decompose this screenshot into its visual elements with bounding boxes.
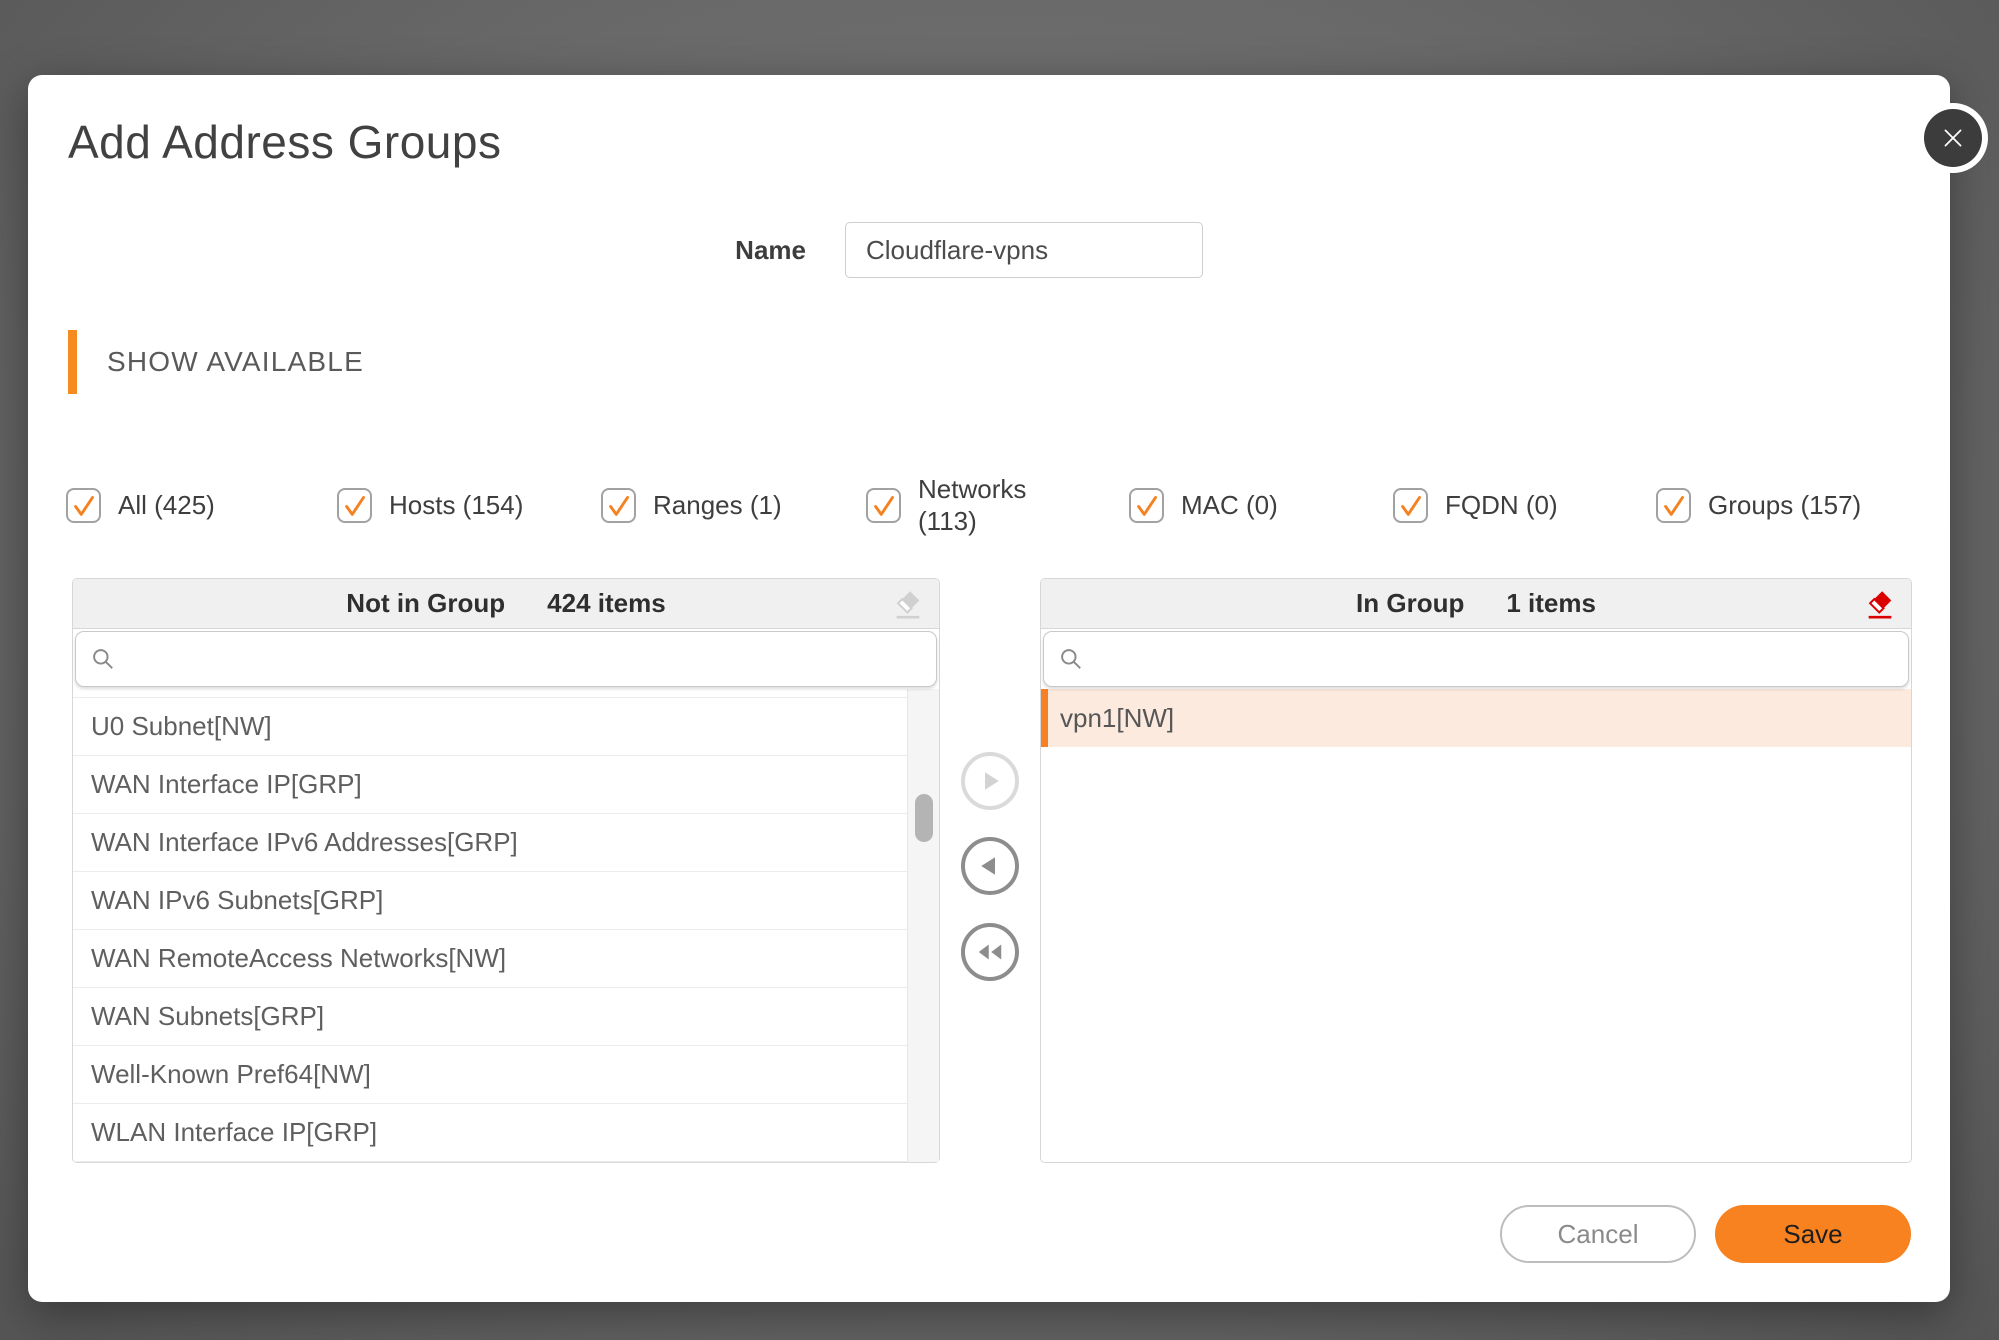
scrollbar-thumb[interactable] xyxy=(915,794,933,842)
close-icon xyxy=(1940,125,1966,151)
checkmark-icon xyxy=(341,490,368,520)
arrow-left-icon xyxy=(975,851,1005,881)
filter-label: Hosts (154) xyxy=(389,489,523,522)
filter-label: Networks (113) xyxy=(918,473,1046,538)
not-in-group-header: Not in Group 424 items xyxy=(73,579,939,629)
filter-label: FQDN (0) xyxy=(1445,489,1558,522)
scrollbar-track[interactable] xyxy=(907,689,939,1162)
checkbox[interactable] xyxy=(601,488,636,523)
not-in-group-search-input[interactable] xyxy=(128,632,922,686)
arrow-right-icon xyxy=(975,766,1005,796)
checkmark-icon xyxy=(1660,490,1687,520)
checkbox[interactable] xyxy=(1393,488,1428,523)
in-group-search-input[interactable] xyxy=(1096,632,1894,686)
eraser-icon xyxy=(891,597,925,627)
close-button[interactable] xyxy=(1924,109,1982,167)
filter-checkbox-row: All (425) Hosts (154) Ranges (1) Netwo xyxy=(66,465,1936,545)
filter-checkbox-item[interactable]: MAC (0) xyxy=(1129,488,1393,523)
filter-label: MAC (0) xyxy=(1181,489,1278,522)
filter-checkbox-item[interactable]: Groups (157) xyxy=(1656,488,1861,523)
filter-checkbox-item[interactable]: Networks (113) xyxy=(866,473,1129,538)
list-item[interactable]: WAN RemoteAccess Networks[NW] xyxy=(73,930,907,988)
list-item[interactable]: WAN IPv6 Subnets[GRP] xyxy=(73,872,907,930)
filter-checkbox-item[interactable]: All (425) xyxy=(66,488,337,523)
checkmark-icon xyxy=(870,490,897,520)
eraser-icon-red xyxy=(1863,597,1897,627)
section-header-label: SHOW AVAILABLE xyxy=(107,346,364,378)
move-right-button[interactable] xyxy=(961,752,1019,810)
not-in-group-title: Not in Group xyxy=(346,588,505,619)
move-all-left-button[interactable] xyxy=(961,923,1019,981)
double-arrow-left-icon xyxy=(975,937,1005,967)
clear-group-button[interactable] xyxy=(1863,587,1897,621)
in-group-title: In Group xyxy=(1356,588,1464,619)
in-group-header: In Group 1 items xyxy=(1041,579,1911,629)
cancel-button[interactable]: Cancel xyxy=(1500,1205,1696,1263)
list-item[interactable]: WAN Interface IPv6 Addresses[GRP] xyxy=(73,814,907,872)
name-input[interactable] xyxy=(845,222,1203,278)
checkbox[interactable] xyxy=(337,488,372,523)
clear-filter-button[interactable] xyxy=(891,587,925,621)
not-in-group-panel: Not in Group 424 items xyxy=(72,578,940,1163)
filter-checkbox-item[interactable]: Hosts (154) xyxy=(337,488,601,523)
dialog-title: Add Address Groups xyxy=(68,115,501,169)
checkmark-icon xyxy=(1133,490,1160,520)
in-group-count: 1 items xyxy=(1506,588,1596,619)
filter-label: All (425) xyxy=(118,489,215,522)
not-in-group-search[interactable] xyxy=(75,631,937,687)
checkbox[interactable] xyxy=(66,488,101,523)
in-group-search[interactable] xyxy=(1043,631,1909,687)
move-left-button[interactable] xyxy=(961,837,1019,895)
checkmark-icon xyxy=(1397,490,1424,520)
search-icon xyxy=(90,646,116,672)
save-button[interactable]: Save xyxy=(1715,1205,1911,1263)
filter-checkbox-item[interactable]: Ranges (1) xyxy=(601,488,866,523)
list-item[interactable]: U0 Subnet[NW] xyxy=(73,698,907,756)
name-label: Name xyxy=(606,222,806,278)
add-address-groups-dialog: Add Address Groups Name SHOW AVAILABLE A… xyxy=(28,75,1950,1302)
partial-row-divider xyxy=(73,689,939,698)
list-item[interactable]: Well-Known Pref64[NW] xyxy=(73,1046,907,1104)
search-icon xyxy=(1058,646,1084,672)
list-item[interactable]: WAN Interface IP[GRP] xyxy=(73,756,907,814)
checkmark-icon xyxy=(70,490,97,520)
list-item[interactable]: WAN Subnets[GRP] xyxy=(73,988,907,1046)
filter-label: Ranges (1) xyxy=(653,489,782,522)
section-accent-bar xyxy=(68,330,77,394)
in-group-panel: In Group 1 items vpn1[NW] xyxy=(1040,578,1912,1163)
transfer-controls xyxy=(961,752,1019,981)
selected-group-member[interactable]: vpn1[NW] xyxy=(1041,689,1911,747)
filter-checkbox-item[interactable]: FQDN (0) xyxy=(1393,488,1656,523)
in-group-list: vpn1[NW] xyxy=(1041,689,1911,1162)
not-in-group-count: 424 items xyxy=(547,588,666,619)
list-item[interactable]: WLAN Interface IP[GRP] xyxy=(73,1104,907,1162)
not-in-group-list: U0 Subnet[NW]WAN Interface IP[GRP]WAN In… xyxy=(73,689,939,1162)
checkmark-icon xyxy=(605,490,632,520)
checkbox[interactable] xyxy=(866,488,901,523)
checkbox[interactable] xyxy=(1656,488,1691,523)
checkbox[interactable] xyxy=(1129,488,1164,523)
filter-label: Groups (157) xyxy=(1708,489,1861,522)
show-available-section: SHOW AVAILABLE xyxy=(68,330,364,394)
